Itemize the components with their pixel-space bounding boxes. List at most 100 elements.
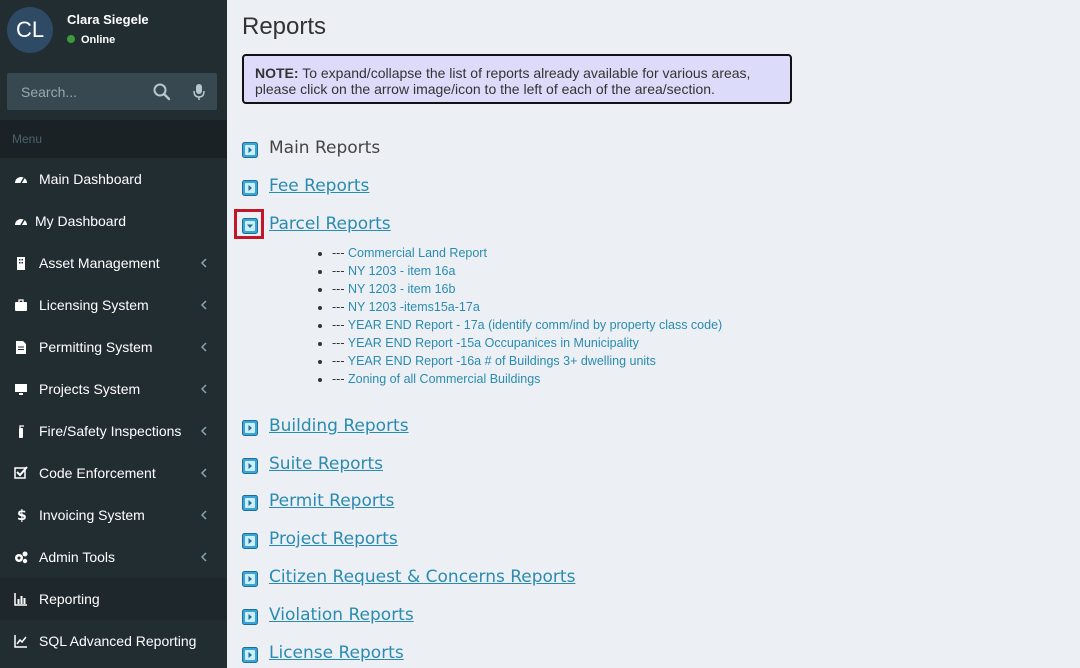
report-link[interactable]: YEAR END Report -15a Occupanices in Muni…	[348, 336, 639, 350]
sidebar-item-label: Licensing System	[39, 297, 149, 313]
section-link[interactable]: Parcel Reports	[269, 214, 391, 234]
report-link[interactable]: YEAR END Report - 17a (identify comm/ind…	[348, 318, 722, 332]
document-icon	[16, 341, 26, 354]
dashboard-icon	[15, 177, 27, 184]
briefcase-icon	[15, 299, 27, 311]
section-link[interactable]: License Reports	[269, 643, 404, 663]
report-link[interactable]: Zoning of all Commercial Buildings	[348, 372, 540, 386]
user-status: Online	[67, 34, 115, 46]
section-link[interactable]: Fee Reports	[269, 176, 369, 196]
user-status-label: Online	[81, 34, 116, 46]
chevron-left-icon	[200, 384, 207, 394]
expand-arrow-icon[interactable]	[242, 647, 258, 663]
cogs-icon	[15, 551, 28, 564]
sidebar-item-asset-management[interactable]: Asset Management	[0, 242, 227, 284]
sidebar-item-label: Projects System	[39, 381, 141, 397]
fire-extinguisher-icon	[19, 425, 24, 438]
dollar-icon: $	[17, 508, 27, 522]
checkbox-icon	[14, 466, 28, 479]
list-item: --- YEAR END Report -16a # of Buildings …	[332, 352, 722, 370]
page-title: Reports	[242, 13, 327, 40]
section-label: Main Reports	[269, 138, 381, 158]
expand-arrow-icon[interactable]	[242, 420, 258, 436]
sidebar-item-label: Invoicing System	[39, 507, 145, 523]
chevron-left-icon	[200, 342, 207, 352]
list-item-prefix: ---	[332, 300, 345, 314]
sidebar-item-label: Admin Tools	[39, 549, 116, 565]
section-link[interactable]: Project Reports	[269, 529, 398, 549]
report-link[interactable]: Commercial Land Report	[348, 246, 487, 260]
microphone-icon[interactable]	[191, 82, 207, 102]
expand-arrow-icon[interactable]	[242, 458, 258, 474]
sidebar-item-licensing-system[interactable]: Licensing System	[0, 284, 227, 326]
list-item-prefix: ---	[332, 264, 345, 278]
sidebar-menu: Main Dashboard My Dashboard Asset Manage…	[0, 158, 227, 662]
list-item: --- NY 1203 -items15a-17a	[332, 298, 722, 316]
list-item: --- NY 1203 - item 16a	[332, 262, 722, 280]
avatar[interactable]: CL	[7, 7, 53, 53]
chevron-left-icon	[200, 426, 207, 436]
sidebar-item-reporting[interactable]: Reporting	[0, 578, 227, 620]
expand-arrow-icon[interactable]	[242, 142, 258, 158]
section-link[interactable]: Permit Reports	[269, 491, 394, 511]
online-status-dot-icon	[67, 35, 75, 43]
sidebar-item-permitting-system[interactable]: Permitting System	[0, 326, 227, 368]
sidebar-item-admin-tools[interactable]: Admin Tools	[0, 536, 227, 578]
bar-chart-icon	[14, 593, 27, 606]
sidebar-item-code-enforcement[interactable]: Code Enforcement	[0, 452, 227, 494]
sidebar-item-sql-advanced-reporting[interactable]: SQL Advanced Reporting	[0, 620, 227, 662]
section-link[interactable]: Building Reports	[269, 416, 409, 436]
chevron-left-icon	[200, 468, 207, 478]
list-item-prefix: ---	[332, 354, 345, 368]
chevron-left-icon	[200, 258, 207, 268]
list-item: --- NY 1203 - item 16b	[332, 280, 722, 298]
list-item: --- YEAR END Report -15a Occupanices in …	[332, 334, 722, 352]
list-item-prefix: ---	[332, 336, 345, 350]
report-link[interactable]: YEAR END Report -16a # of Buildings 3+ d…	[348, 354, 656, 368]
list-item-prefix: ---	[332, 372, 345, 386]
section-link[interactable]: Citizen Request & Concerns Reports	[269, 567, 575, 587]
chevron-left-icon	[200, 510, 207, 520]
expand-arrow-icon[interactable]	[242, 533, 258, 549]
list-item: --- YEAR END Report - 17a (identify comm…	[332, 316, 722, 334]
sidebar-item-label: Reporting	[39, 591, 100, 607]
expand-arrow-icon[interactable]	[242, 180, 258, 196]
expand-arrow-icon[interactable]	[242, 571, 258, 587]
section-link[interactable]: Violation Reports	[269, 605, 414, 625]
search-icon[interactable]	[152, 82, 172, 102]
note-label: NOTE:	[255, 65, 299, 81]
list-item-prefix: ---	[332, 318, 345, 332]
expand-arrow-icon[interactable]	[242, 495, 258, 511]
list-item-prefix: ---	[332, 246, 345, 260]
sidebar-item-label: Asset Management	[39, 255, 160, 271]
parcel-reports-list: --- Commercial Land Report --- NY 1203 -…	[316, 244, 722, 388]
list-item: --- Zoning of all Commercial Buildings	[332, 370, 722, 388]
list-item-prefix: ---	[332, 282, 345, 296]
report-link[interactable]: NY 1203 -items15a-17a	[348, 300, 480, 314]
report-link[interactable]: NY 1203 - item 16a	[348, 264, 455, 278]
sidebar-item-label: Permitting System	[39, 339, 153, 355]
sidebar-item-fire-safety-inspections[interactable]: Fire/Safety Inspections	[0, 410, 227, 452]
sidebar-item-main-dashboard[interactable]: Main Dashboard	[0, 158, 227, 200]
search-input[interactable]	[7, 73, 147, 110]
sidebar: CL Clara Siegele Online Menu Main Dashbo…	[0, 0, 227, 668]
note-text: To expand/collapse the list of reports a…	[255, 65, 751, 97]
chevron-left-icon	[200, 552, 207, 562]
report-link[interactable]: NY 1203 - item 16b	[348, 282, 455, 296]
user-name: Clara Siegele	[67, 12, 149, 27]
search-box	[7, 73, 217, 110]
sidebar-item-my-dashboard[interactable]: My Dashboard	[0, 200, 227, 242]
section-link[interactable]: Suite Reports	[269, 454, 383, 474]
building-icon	[17, 257, 25, 270]
chevron-left-icon	[200, 300, 207, 310]
svg-text:$: $	[17, 508, 27, 522]
expand-arrow-icon[interactable]	[242, 609, 258, 625]
sidebar-item-label: SQL Advanced Reporting	[39, 633, 197, 649]
line-chart-icon	[14, 635, 27, 648]
sidebar-item-label: Code Enforcement	[39, 465, 156, 481]
menu-header: Menu	[0, 120, 227, 158]
collapse-arrow-icon[interactable]	[242, 218, 258, 234]
monitor-icon	[15, 384, 27, 395]
sidebar-item-projects-system[interactable]: Projects System	[0, 368, 227, 410]
sidebar-item-invoicing-system[interactable]: $ Invoicing System	[0, 494, 227, 536]
